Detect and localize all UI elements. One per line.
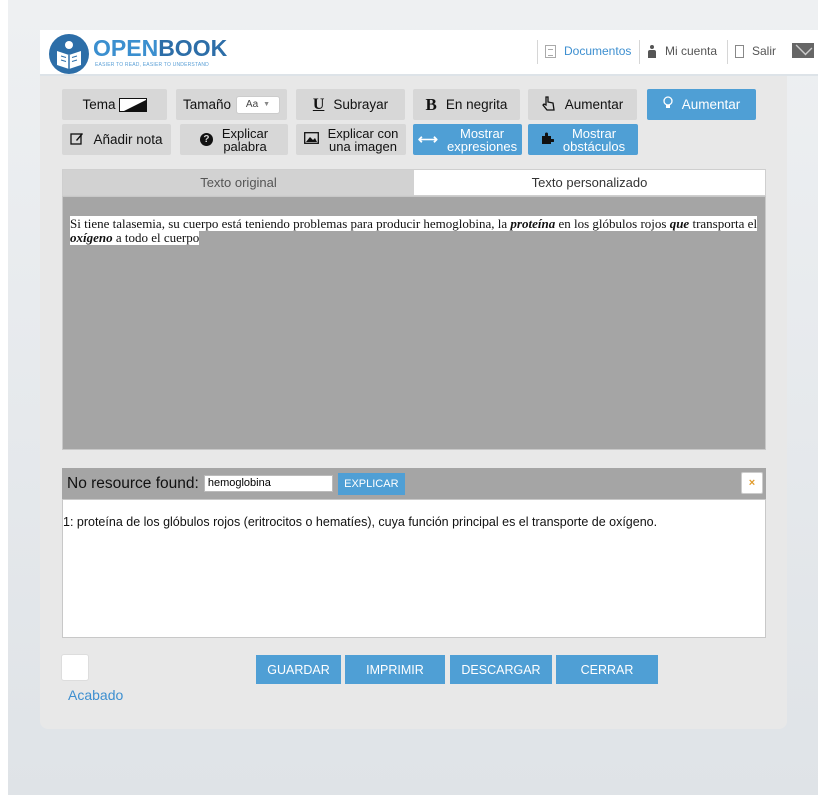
bold-label: En negrita [445,97,508,112]
text-segment: a todo el cuerpo [112,230,200,245]
definition-text: 1: proteína de los glóbulos rojos (eritr… [63,515,658,529]
done-label: Acabado [68,687,124,703]
lightbulb-icon [663,96,673,113]
nav-separator [727,40,728,64]
nav-documents-link[interactable]: Documentos [537,40,632,64]
exit-icon [735,44,744,58]
show-expressions-button[interactable]: ⟷ Mostrar expresiones [413,124,522,155]
definition-header: No resource found: hemoglobina EXPLICAR … [62,468,766,499]
word-input[interactable]: hemoglobina [203,475,333,492]
brand-tagline: EASIER TO READ, EASIER TO UNDERSTAND [95,62,209,68]
text-segment: Si tiene talasemia, su cuerpo está tenie… [70,216,511,231]
puzzle-icon [541,132,555,148]
close-icon[interactable]: × [741,472,763,494]
save-button[interactable]: GUARDAR [256,655,341,684]
edit-icon [70,132,84,148]
highlighted-word[interactable]: proteína [510,216,555,231]
add-note-label: Añadir nota [93,132,163,147]
explain-button[interactable]: EXPLICAR [337,472,405,495]
definition-body: 1: proteína de los glóbulos rojos (eritr… [62,499,766,638]
close-button[interactable]: CERRAR [556,655,658,684]
hand-pointer-icon [541,95,556,114]
image-icon [303,132,319,147]
explain-word-button[interactable]: ? Explicar palabra [180,124,288,155]
text-tabs: Texto original Texto personalizado [62,169,766,196]
increase-light-label: Aumentar [681,97,741,112]
size-select[interactable]: Aa ▼ [236,95,281,114]
add-note-button[interactable]: Añadir nota [62,124,171,155]
download-button[interactable]: DESCARGAR [450,655,552,684]
increase-light-button[interactable]: Aumentar [647,89,756,120]
brand-name: OPENBOOK [93,35,228,61]
nav-separator [537,40,538,64]
theme-label: Tema [82,97,116,112]
size-value: Aa [245,99,259,110]
openbook-logo-icon [49,34,89,74]
bold-icon: B [425,94,437,114]
text-display[interactable]: Si tiene talasemia, su cuerpo está tenie… [62,196,766,450]
theme-swatch-icon [118,97,147,112]
definition-label: No resource found: [67,474,199,492]
nav-account-label: Mi cuenta [665,44,718,58]
arrows-horizontal-icon: ⟷ [417,131,438,147]
bold-button[interactable]: B En negrita [413,89,520,120]
nav-documents-label: Documentos [564,44,632,58]
highlighted-word[interactable]: que [670,216,690,231]
explain-image-button[interactable]: Explicar con una imagen [296,124,406,155]
nav-exit-label: Salir [752,44,777,58]
left-edge [0,0,8,795]
envelope-icon[interactable] [792,43,814,58]
document-text: Si tiene talasemia, su cuerpo está tenie… [70,216,758,245]
underline-button[interactable]: U Subrayar [296,89,405,120]
underline-icon: U [312,95,325,113]
text-segment: en los glóbulos rojos [555,216,670,231]
size-control: Tamaño Aa ▼ [176,89,287,120]
nav-exit-link[interactable]: Salir [727,40,777,64]
editor-panel: Tema Tamaño Aa ▼ U Subrayar B En negrita … [40,76,787,729]
print-button[interactable]: IMPRIMIR [345,655,445,684]
nav-account-link[interactable]: Mi cuenta [639,40,718,64]
explain-word-label: Explicar palabra [221,125,269,154]
tab-custom-text[interactable]: Texto personalizado [414,170,765,195]
tab-original-text[interactable]: Texto original [63,170,414,195]
underline-label: Subrayar [333,97,389,112]
user-icon [647,44,657,58]
top-header: OPENBOOK EASIER TO READ, EASIER TO UNDER… [40,30,818,76]
explain-image-label: Explicar con una imagen [327,125,399,154]
highlighted-word[interactable]: oxígeno [70,230,113,245]
chevron-down-icon: ▼ [263,101,271,108]
size-label: Tamaño [182,97,232,112]
question-circle-icon: ? [199,133,213,146]
show-obstacles-button[interactable]: Mostrar obstáculos [528,124,638,155]
done-checkbox[interactable] [61,654,89,681]
theme-button[interactable]: Tema [62,89,167,120]
nav-separator [639,40,640,64]
increase-pointer-button[interactable]: Aumentar [528,89,637,120]
show-expressions-label: Mostrar expresiones [446,125,518,154]
show-obstacles-label: Mostrar obstáculos [562,125,626,154]
document-icon [545,44,556,58]
text-segment: transporta el [689,216,758,231]
increase-pointer-label: Aumentar [564,97,624,112]
